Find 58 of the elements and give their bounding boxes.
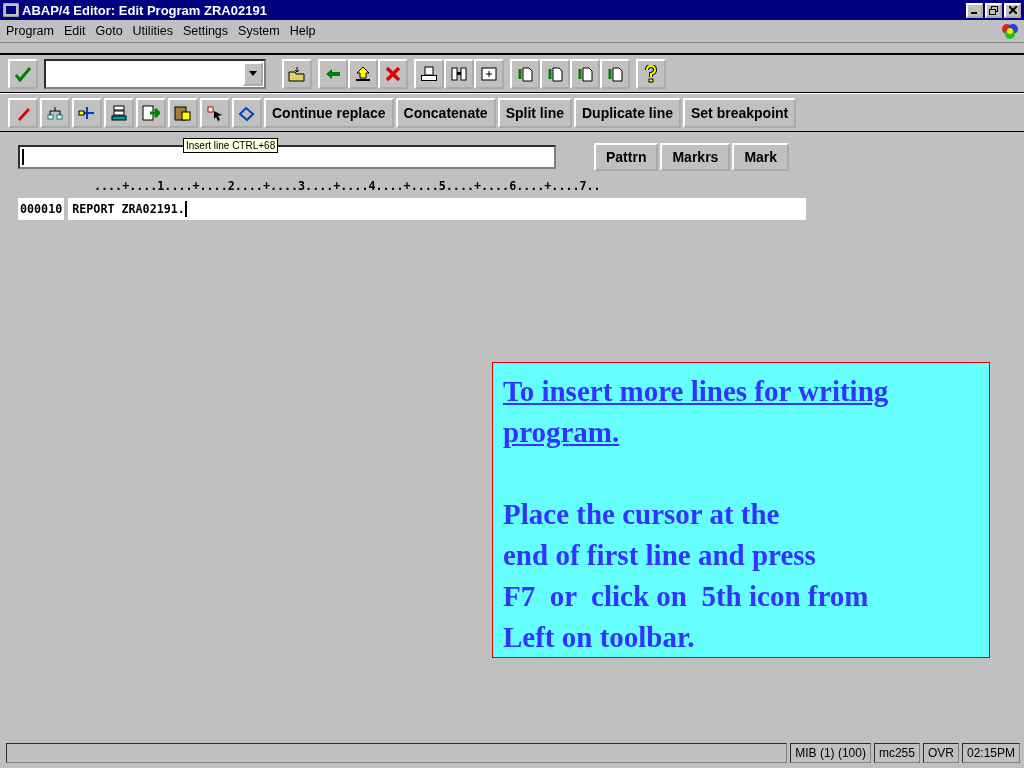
page-scroll-icon[interactable] bbox=[570, 58, 600, 89]
menu-item[interactable]: Settings bbox=[182, 24, 229, 38]
find-next-icon[interactable] bbox=[474, 58, 504, 89]
app-icon bbox=[3, 3, 19, 17]
toolbar-button[interactable]: Split line bbox=[497, 97, 572, 128]
back-button[interactable] bbox=[318, 58, 348, 89]
help-button[interactable] bbox=[636, 58, 666, 89]
toolbar-button[interactable]: Concatenate bbox=[395, 97, 496, 128]
close-button[interactable] bbox=[1004, 2, 1021, 18]
callout-text: Place the cursor at the end of first line and press F7 or click on 5th icon from Left on toolbar. bbox=[503, 497, 870, 655]
toolbar-button[interactable]: Duplicate line bbox=[573, 97, 681, 128]
code-text: REPORT ZRA02191. bbox=[72, 202, 185, 216]
menu-item[interactable]: Edit bbox=[63, 24, 86, 38]
status-field: mc255 bbox=[873, 743, 920, 763]
minimize-button[interactable] bbox=[966, 2, 983, 18]
status-field: MIB (1) (100) bbox=[790, 743, 871, 763]
insert-line-button[interactable] bbox=[136, 97, 166, 128]
find-button[interactable]: Pattrn bbox=[594, 143, 659, 171]
menu-item[interactable]: Utilities bbox=[132, 24, 173, 38]
page-scroll-icon[interactable] bbox=[600, 58, 630, 89]
page-scroll-icon[interactable] bbox=[540, 58, 570, 89]
close-icon bbox=[1008, 6, 1017, 14]
question-mark-icon bbox=[644, 64, 658, 83]
cursor-select-icon[interactable] bbox=[200, 97, 230, 128]
restore-icon bbox=[989, 5, 998, 15]
hierarchy-icon[interactable] bbox=[40, 97, 70, 128]
find-button[interactable]: Mark bbox=[732, 143, 790, 171]
menu-item[interactable]: Program bbox=[6, 24, 54, 38]
page-scroll-icon[interactable] bbox=[510, 58, 540, 89]
status-field: OVR bbox=[922, 743, 959, 763]
window-title: ABAP/4 Editor: Edit Program ZRA02191 bbox=[22, 2, 268, 18]
maximize-button[interactable] bbox=[985, 2, 1002, 18]
printer-icon bbox=[420, 65, 438, 82]
pencil-icon[interactable] bbox=[8, 97, 38, 128]
color-ball-icon bbox=[1002, 23, 1018, 39]
menu-item[interactable]: Help bbox=[289, 24, 316, 38]
menu-item[interactable]: Goto bbox=[95, 24, 123, 38]
toolbar-button[interactable]: Set breakpoint bbox=[683, 97, 797, 128]
cancel-button[interactable] bbox=[378, 58, 408, 89]
check-icon bbox=[14, 65, 32, 82]
column-ruler: ....+....1....+....2....+....3....+....4....+....5....+....6....+....7.. bbox=[94, 178, 602, 195]
dropdown-arrow-icon bbox=[249, 71, 257, 76]
find-button[interactable]: Markrs bbox=[660, 143, 731, 171]
find-icon[interactable] bbox=[444, 58, 474, 89]
line-number: 000010 bbox=[18, 198, 65, 220]
cross-icon bbox=[385, 65, 401, 82]
toolbar-button[interactable]: Continue replace bbox=[264, 97, 394, 128]
command-field[interactable] bbox=[44, 58, 266, 89]
status-field: 02:15PM bbox=[961, 743, 1020, 763]
page-arrow-icon bbox=[142, 104, 160, 121]
menu-item[interactable]: System bbox=[238, 24, 280, 38]
paste-icon[interactable] bbox=[168, 97, 198, 128]
callout-title: To insert more lines for writing program. bbox=[503, 374, 890, 450]
tooltip: Insert line CTRL+68 bbox=[183, 138, 279, 153]
print-button[interactable] bbox=[414, 58, 444, 89]
folder-icon[interactable] bbox=[282, 58, 312, 89]
stack-icon[interactable] bbox=[104, 97, 134, 128]
enter-button[interactable] bbox=[8, 58, 38, 89]
